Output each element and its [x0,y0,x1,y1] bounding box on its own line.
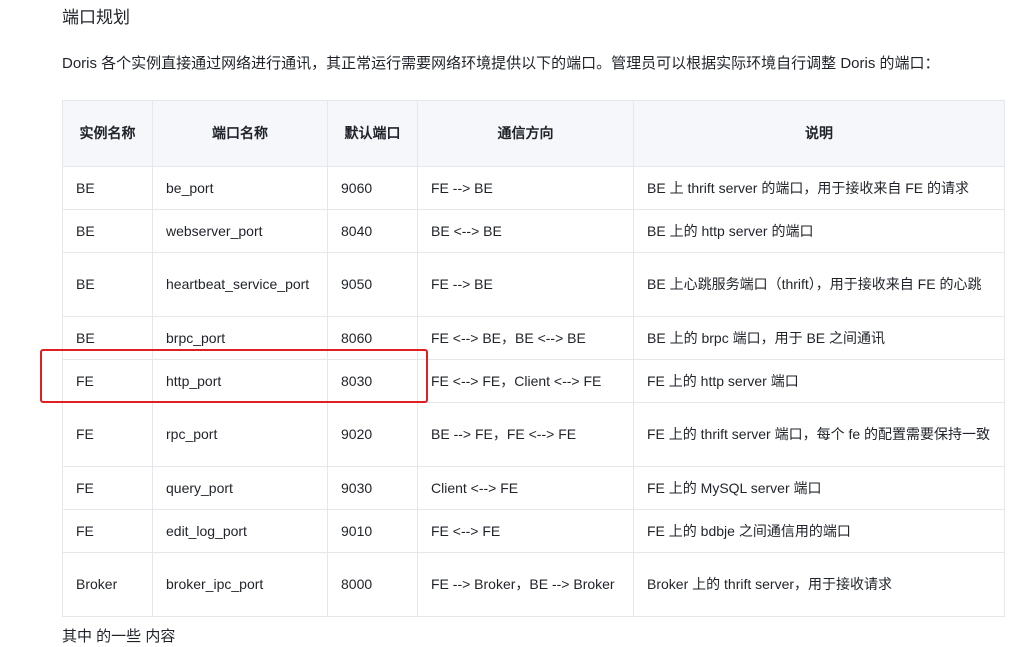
cell-default-port: 9020 [327,402,418,467]
section-title: 端口规划 [62,8,130,27]
cell-port-name: be_port [152,166,328,210]
cell-description: BE 上 thrift server 的端口，用于接收来自 FE 的请求 [633,166,1005,210]
table-row: BE webserver_port 8040 BE <--> BE BE 上的 … [62,209,1005,253]
cell-default-port: 9050 [327,252,418,317]
cell-description: FE 上的 thrift server 端口，每个 fe 的配置需要保持一致 [633,402,1005,467]
header-direction: 通信方向 [417,100,634,167]
cell-direction: FE --> Broker，BE --> Broker [417,552,634,617]
header-instance: 实例名称 [62,100,153,167]
next-paragraph-cut: 其中 的一些 内容 [62,628,176,645]
cell-instance: Broker [62,552,153,617]
table-row: Broker broker_ipc_port 8000 FE --> Broke… [62,552,1005,617]
cell-port-name: brpc_port [152,316,328,360]
table-row: FE query_port 9030 Client <--> FE FE 上的 … [62,466,1005,510]
table-row-highlighted: FE http_port 8030 FE <--> FE，Client <-->… [62,359,1005,403]
cell-description: BE 上的 http server 的端口 [633,209,1005,253]
cell-instance: FE [62,509,153,553]
cell-description: BE 上的 brpc 端口，用于 BE 之间通讯 [633,316,1005,360]
table-row: FE rpc_port 9020 BE --> FE，FE <--> FE FE… [62,402,1005,467]
cell-direction: FE <--> BE，BE <--> BE [417,316,634,360]
cell-default-port: 9010 [327,509,418,553]
cell-instance: BE [62,252,153,317]
cell-port-name: heartbeat_service_port [152,252,328,317]
table-row: BE be_port 9060 FE --> BE BE 上 thrift se… [62,166,1005,210]
cell-instance: FE [62,466,153,510]
cell-direction: BE --> FE，FE <--> FE [417,402,634,467]
table-header-row: 实例名称 端口名称 默认端口 通信方向 说明 [62,100,1005,167]
cell-default-port: 9060 [327,166,418,210]
table-row: FE edit_log_port 9010 FE <--> FE FE 上的 b… [62,509,1005,553]
cell-direction: FE --> BE [417,252,634,317]
cell-instance: BE [62,316,153,360]
cell-description: Broker 上的 thrift server，用于接收请求 [633,552,1005,617]
cell-direction: FE <--> FE，Client <--> FE [417,359,634,403]
cell-direction: BE <--> BE [417,209,634,253]
port-table: 实例名称 端口名称 默认端口 通信方向 说明 BE be_port 9060 F… [62,100,1005,617]
cell-instance: FE [62,402,153,467]
cell-default-port: 8060 [327,316,418,360]
header-default-port: 默认端口 [327,100,418,167]
cell-direction: FE <--> FE [417,509,634,553]
header-description: 说明 [633,100,1005,167]
header-port-name: 端口名称 [152,100,328,167]
intro-paragraph: Doris 各个实例直接通过网络进行通讯，其正常运行需要网络环境提供以下的端口。… [62,55,940,72]
cell-instance: BE [62,209,153,253]
cell-instance: FE [62,359,153,403]
cell-default-port: 8040 [327,209,418,253]
table-row: BE brpc_port 8060 FE <--> BE，BE <--> BE … [62,316,1005,360]
cell-direction: Client <--> FE [417,466,634,510]
cell-description: FE 上的 MySQL server 端口 [633,466,1005,510]
cell-default-port: 8000 [327,552,418,617]
cell-instance: BE [62,166,153,210]
cell-description: FE 上的 http server 端口 [633,359,1005,403]
cell-port-name: webserver_port [152,209,328,253]
cell-port-name: broker_ipc_port [152,552,328,617]
cell-description: BE 上心跳服务端口（thrift），用于接收来自 FE 的心跳 [633,252,1005,317]
cell-port-name: http_port [152,359,328,403]
cell-description: FE 上的 bdbje 之间通信用的端口 [633,509,1005,553]
cell-direction: FE --> BE [417,166,634,210]
cell-port-name: query_port [152,466,328,510]
cell-default-port: 9030 [327,466,418,510]
cell-port-name: rpc_port [152,402,328,467]
table-row: BE heartbeat_service_port 9050 FE --> BE… [62,252,1005,317]
cell-port-name: edit_log_port [152,509,328,553]
cell-default-port: 8030 [327,359,418,403]
